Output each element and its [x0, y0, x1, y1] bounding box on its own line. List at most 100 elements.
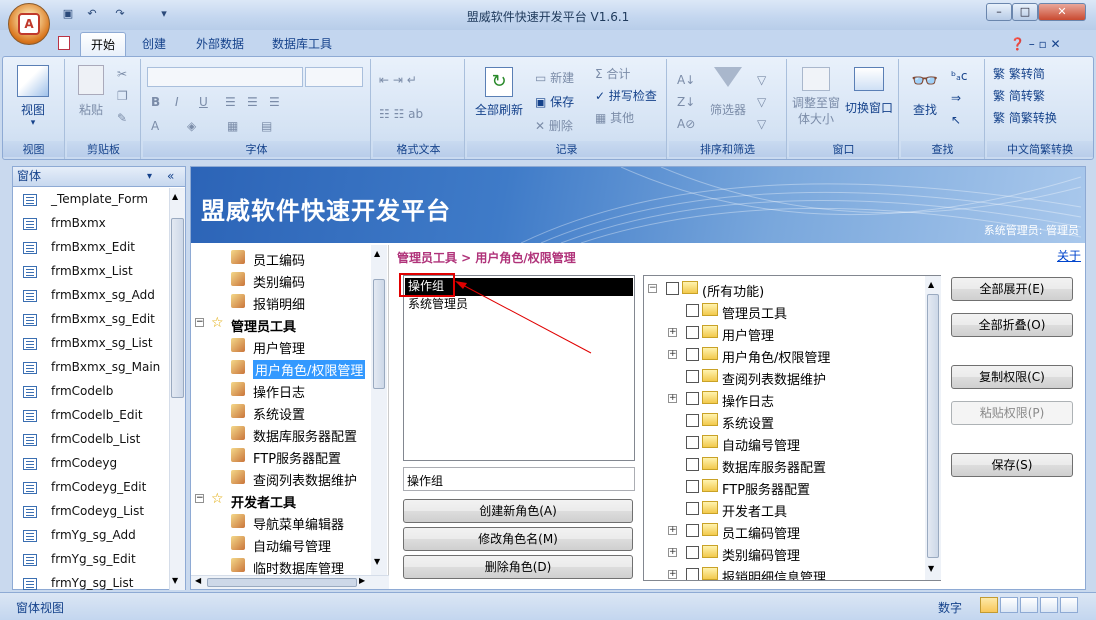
create-role-button[interactable]: 创建新角色(A) — [403, 499, 633, 523]
list-icon[interactable]: ☷ ☷ ab — [379, 107, 423, 121]
permission-checkbox[interactable] — [686, 458, 699, 471]
tree-item[interactable]: 查阅列表数据维护 — [191, 467, 371, 489]
nav-form-item[interactable]: frmYg_sg_Edit — [13, 548, 167, 572]
permission-checkbox[interactable] — [686, 480, 699, 493]
font-color-button[interactable]: A — [151, 119, 159, 133]
expand-all-button[interactable]: 全部展开(E) — [951, 277, 1073, 301]
nav-form-item[interactable]: frmBxmx_List — [13, 260, 167, 284]
view-button[interactable]: 视图 ▾ — [11, 65, 55, 128]
delete-record-button[interactable]: ✕ 删除 — [535, 117, 573, 134]
tree-scrollbar[interactable]: ▲ ▼ — [371, 245, 387, 575]
nav-form-item[interactable]: frmBxmx — [13, 212, 167, 236]
permission-checkbox[interactable] — [666, 282, 679, 295]
permission-checkbox[interactable] — [686, 568, 699, 580]
filter-options-icon[interactable]: ▽ ▽ ▽ — [757, 69, 766, 135]
totals-button[interactable]: Σ 合计 — [595, 65, 630, 82]
tree-item[interactable]: FTP服务器配置 — [191, 445, 371, 467]
permission-checkbox[interactable] — [686, 326, 699, 339]
tab-create[interactable]: 创建 — [132, 32, 176, 57]
permission-checkbox[interactable] — [686, 502, 699, 515]
collapse-toggle-icon[interactable]: − — [648, 284, 657, 293]
permission-scrollbar[interactable]: ▲ ▼ — [925, 276, 941, 580]
tab-database-tools[interactable]: 数据库工具 — [262, 32, 342, 57]
permission-item[interactable]: FTP服务器配置 — [644, 476, 924, 498]
format-painter-icon[interactable]: ✎ — [117, 111, 127, 125]
tree-item[interactable]: 报销明细 — [191, 291, 371, 313]
permission-item[interactable]: 数据库服务器配置 — [644, 454, 924, 476]
refresh-all-button[interactable]: ↻ 全部刷新 — [471, 67, 527, 118]
simp-to-trad-button[interactable]: 繁 简转繁 — [993, 87, 1045, 104]
align-right-icon[interactable]: ☰ — [269, 95, 280, 109]
nav-pane-header[interactable]: 窗体 ▾ « — [13, 167, 185, 187]
nav-form-item[interactable]: frmBxmx_sg_Edit — [13, 308, 167, 332]
permission-item[interactable]: + 员工编码管理 — [644, 520, 924, 542]
expand-toggle-icon[interactable]: + — [668, 394, 677, 403]
role-name-input[interactable]: 操作组 — [403, 467, 635, 491]
permission-checkbox[interactable] — [686, 370, 699, 383]
gridlines-icon[interactable]: ▦ — [227, 119, 238, 133]
permission-checkbox[interactable] — [686, 524, 699, 537]
nav-scrollbar[interactable]: ▲ ▼ — [169, 188, 185, 590]
spelling-button[interactable]: ✓ 拼写检查 — [595, 87, 657, 104]
chevron-down-icon[interactable]: ▾ — [147, 167, 152, 186]
nav-form-item[interactable]: frmCodeyg_List — [13, 500, 167, 524]
office-button[interactable]: A — [8, 3, 50, 45]
collapse-all-button[interactable]: 全部折叠(O) — [951, 313, 1073, 337]
nav-form-item[interactable]: frmBxmx_sg_Main — [13, 356, 167, 380]
align-left-icon[interactable]: ☰ — [225, 95, 236, 109]
copy-permission-button[interactable]: 复制权限(C) — [951, 365, 1073, 389]
expand-toggle-icon[interactable]: + — [668, 548, 677, 557]
nav-form-item[interactable]: frmYg_sg_Add — [13, 524, 167, 548]
bold-button[interactable]: B — [151, 95, 160, 109]
convert-button[interactable]: 繁 简繁转换 — [993, 109, 1057, 126]
close-button[interactable]: ✕ — [1038, 3, 1086, 21]
permission-checkbox[interactable] — [686, 436, 699, 449]
minimize-button[interactable]: – — [986, 3, 1012, 21]
design-view-icon[interactable] — [1060, 597, 1078, 613]
collapse-toggle-icon[interactable]: − — [195, 494, 204, 503]
permission-checkbox[interactable] — [686, 546, 699, 559]
alternate-fill-icon[interactable]: ▤ — [261, 119, 272, 133]
nav-form-item[interactable]: frmCodeyg_Edit — [13, 476, 167, 500]
rename-role-button[interactable]: 修改角色名(M) — [403, 527, 633, 551]
datasheet-view-icon[interactable] — [1000, 597, 1018, 613]
more-button[interactable]: ▦ 其他 — [595, 109, 634, 126]
sort-icon[interactable]: A↓ Z↓ A⊘ — [677, 69, 695, 135]
align-center-icon[interactable]: ☰ — [247, 95, 258, 109]
permission-root[interactable]: − (所有功能) — [644, 278, 924, 300]
tree-item[interactable]: 用户角色/权限管理 — [191, 357, 371, 379]
expand-toggle-icon[interactable]: + — [668, 350, 677, 359]
fit-window-button[interactable]: 调整至窗体大小 — [791, 67, 841, 127]
cut-icon[interactable]: ✂ — [117, 67, 127, 81]
copy-icon[interactable]: ❐ — [117, 89, 128, 103]
expand-toggle-icon[interactable]: + — [668, 328, 677, 337]
italic-button[interactable]: I — [175, 95, 179, 109]
collapse-toggle-icon[interactable]: − — [195, 318, 204, 327]
tree-item[interactable]: 类别编码 — [191, 269, 371, 291]
nav-form-item[interactable]: frmCodelb_Edit — [13, 404, 167, 428]
tree-group[interactable]: − ☆ 开发者工具 — [191, 489, 371, 511]
nav-form-item[interactable]: frmCodelb — [13, 380, 167, 404]
layout-view-icon[interactable] — [1020, 597, 1038, 613]
permission-item[interactable]: + 类别编码管理 — [644, 542, 924, 564]
tree-item[interactable]: 自动编号管理 — [191, 533, 371, 555]
nav-form-item[interactable]: frmBxmx_sg_List — [13, 332, 167, 356]
font-size-select[interactable] — [305, 67, 363, 87]
delete-role-button[interactable]: 删除角色(D) — [403, 555, 633, 579]
pivot-view-icon[interactable] — [1040, 597, 1058, 613]
save-record-button[interactable]: ▣ 保存 — [535, 93, 574, 110]
indent-icon[interactable]: ⇤ ⇥ ↵ — [379, 73, 417, 87]
tab-home[interactable]: 开始 — [80, 32, 127, 57]
collapse-pane-icon[interactable]: « — [167, 167, 174, 186]
permission-item[interactable]: 开发者工具 — [644, 498, 924, 520]
nav-form-item[interactable]: frmBxmx_sg_Add — [13, 284, 167, 308]
trad-to-simp-button[interactable]: 繁 繁转简 — [993, 65, 1045, 82]
filter-button[interactable]: 筛选器 — [705, 67, 751, 118]
tree-item[interactable]: 导航菜单编辑器 — [191, 511, 371, 533]
nav-form-item[interactable]: frmCodelb_List — [13, 428, 167, 452]
expand-toggle-icon[interactable]: + — [668, 570, 677, 579]
help-icon[interactable]: ❓ – ▫ ✕ — [1000, 32, 1071, 57]
tree-item[interactable]: 员工编码 — [191, 247, 371, 269]
permission-checkbox[interactable] — [686, 392, 699, 405]
tab-external-data[interactable]: 外部数据 — [186, 32, 254, 57]
